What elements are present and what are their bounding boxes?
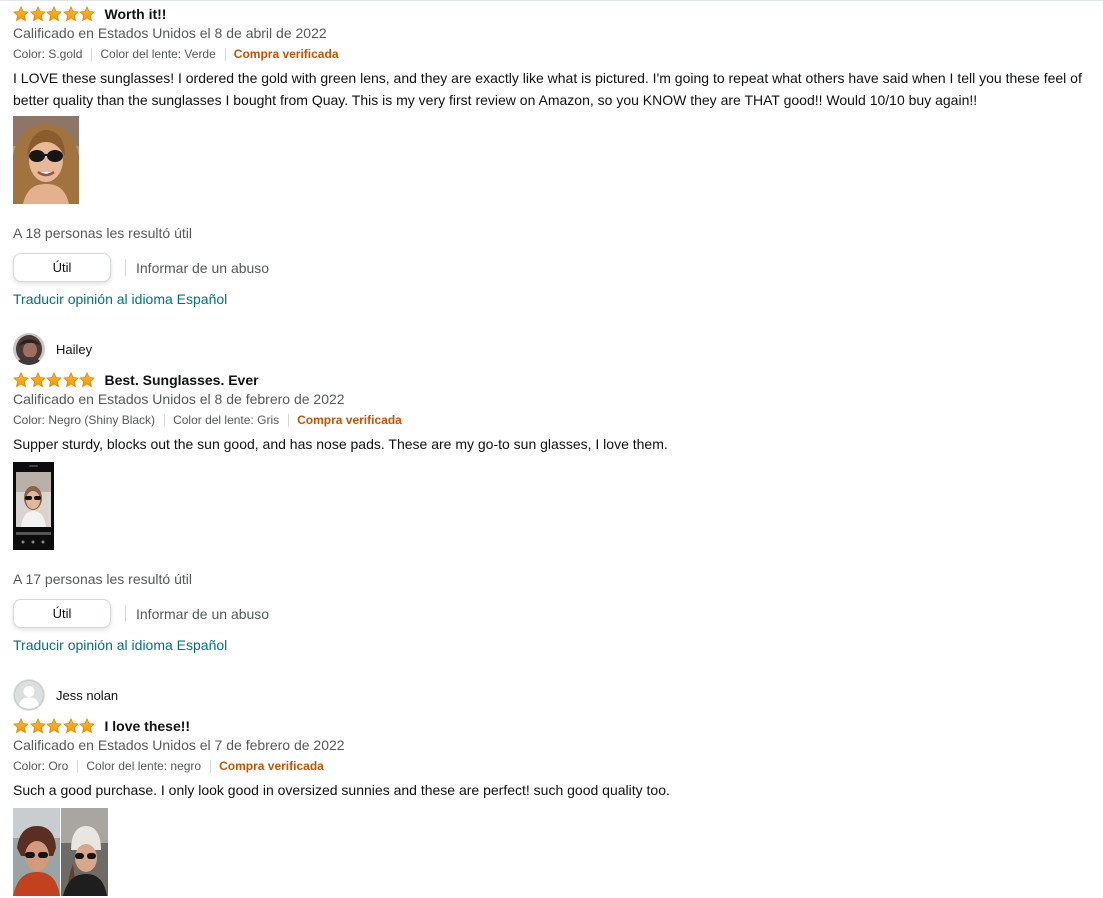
star-icon (63, 372, 79, 388)
review-image-thumbnail[interactable] (13, 462, 54, 550)
action-divider (125, 605, 126, 622)
verified-purchase-badge[interactable]: Compra verificada (219, 759, 324, 773)
variant-color[interactable]: Color: Oro (13, 759, 68, 773)
review-actions: Útil Informar de un abuso (13, 252, 269, 283)
review-format-strip: Color: Negro (Shiny Black) Color del len… (13, 413, 402, 427)
user-photo-avatar[interactable] (13, 333, 45, 365)
meta-divider (288, 413, 290, 427)
review-title[interactable]: I love these!! (105, 718, 191, 734)
top-divider (0, 0, 1103, 1)
star-icon (13, 718, 29, 734)
star-icon (79, 718, 95, 734)
review-images (13, 808, 108, 896)
verified-purchase-badge[interactable]: Compra verificada (297, 413, 402, 427)
star-icon (79, 372, 95, 388)
star-icon (13, 6, 29, 22)
action-divider (125, 259, 126, 276)
meta-divider (210, 759, 212, 773)
helpful-button[interactable]: Útil (13, 253, 111, 282)
review-images (13, 462, 54, 550)
review-title[interactable]: Worth it!! (105, 6, 167, 22)
review-date: Calificado en Estados Unidos el 7 de feb… (13, 737, 345, 753)
star-icon (46, 718, 62, 734)
review-images (13, 116, 79, 204)
review-date: Calificado en Estados Unidos el 8 de feb… (13, 391, 345, 407)
review-body: Such a good purchase. I only look good i… (13, 782, 670, 798)
translate-review-link[interactable]: Traducir opinión al idioma Español (13, 637, 227, 653)
meta-divider (77, 759, 79, 773)
review-image-thumbnail[interactable] (13, 808, 60, 896)
reviewer-profile[interactable]: Jess nolan (13, 679, 118, 711)
review-title-row: Best. Sunglasses. Ever (13, 370, 259, 390)
helpful-count: A 18 personas les resultó útil (13, 225, 192, 241)
meta-divider (224, 47, 226, 61)
default-user-avatar-icon[interactable] (13, 679, 45, 711)
variant-color[interactable]: Color: Negro (Shiny Black) (13, 413, 155, 427)
helpful-button[interactable]: Útil (13, 599, 111, 628)
star-icon (46, 372, 62, 388)
reviewer-name[interactable]: Jess nolan (56, 688, 118, 703)
star-icon (30, 6, 46, 22)
helpful-count: A 17 personas les resultó útil (13, 571, 192, 587)
review-date: Calificado en Estados Unidos el 8 de abr… (13, 25, 327, 41)
star-icon (30, 372, 46, 388)
rating-stars-5[interactable] (13, 372, 96, 388)
review-title[interactable]: Best. Sunglasses. Ever (105, 372, 259, 388)
star-icon (63, 6, 79, 22)
review-format-strip: Color: S.gold Color del lente: Verde Com… (13, 47, 339, 61)
reviewer-profile[interactable]: Hailey (13, 333, 92, 365)
variant-color[interactable]: Color: S.gold (13, 47, 82, 61)
review-format-strip: Color: Oro Color del lente: negro Compra… (13, 759, 324, 773)
review-actions: Útil Informar de un abuso (13, 598, 269, 629)
translate-review-link[interactable]: Traducir opinión al idioma Español (13, 291, 227, 307)
lens-color[interactable]: Color del lente: Gris (173, 413, 279, 427)
lens-color[interactable]: Color del lente: negro (86, 759, 201, 773)
meta-divider (164, 413, 166, 427)
review-title-row: I love these!! (13, 716, 190, 736)
reviewer-name[interactable]: Hailey (56, 342, 92, 357)
review-body: I LOVE these sunglasses! I ordered the g… (13, 70, 1082, 108)
star-icon (79, 6, 95, 22)
review-body: Supper sturdy, blocks out the sun good, … (13, 436, 668, 452)
review-title-row: Worth it!! (13, 4, 166, 24)
report-abuse-link[interactable]: Informar de un abuso (136, 606, 269, 622)
verified-purchase-badge[interactable]: Compra verificada (234, 47, 339, 61)
star-icon (30, 718, 46, 734)
star-icon (46, 6, 62, 22)
review-image-thumbnail[interactable] (13, 116, 79, 204)
report-abuse-link[interactable]: Informar de un abuso (136, 260, 269, 276)
meta-divider (91, 47, 93, 61)
star-icon (13, 372, 29, 388)
star-icon (63, 718, 79, 734)
rating-stars-5[interactable] (13, 6, 96, 22)
rating-stars-5[interactable] (13, 718, 96, 734)
review-image-thumbnail[interactable] (61, 808, 108, 896)
lens-color[interactable]: Color del lente: Verde (100, 47, 215, 61)
